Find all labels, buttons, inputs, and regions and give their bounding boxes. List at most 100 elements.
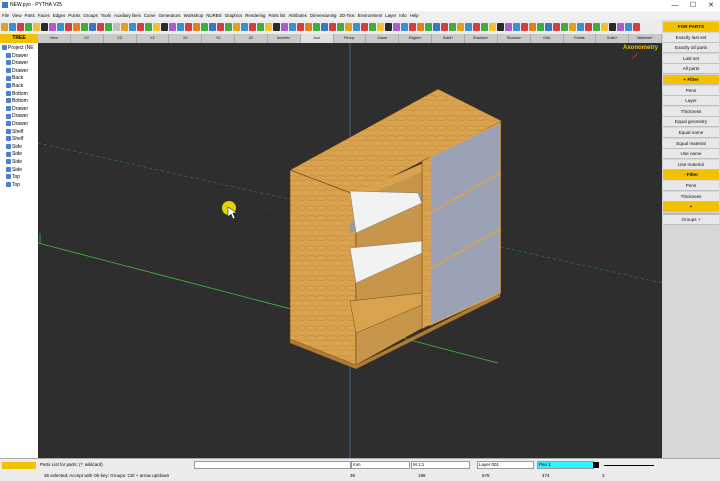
- view-button-zoom[interactable]: Zoom: [366, 34, 400, 43]
- toolbar-tool-icon[interactable]: [57, 23, 64, 31]
- view-button-persp-[interactable]: Persp.: [334, 34, 367, 43]
- maximize-button[interactable]: ☐: [684, 0, 702, 11]
- toolbar-tool-icon[interactable]: [385, 23, 392, 31]
- toolbar-tool-icon[interactable]: [193, 23, 200, 31]
- view-button-y2[interactable]: Y2: [202, 34, 236, 43]
- menu-item-graphics[interactable]: Graphics: [225, 13, 243, 18]
- toolbar-tool-icon[interactable]: [505, 23, 512, 31]
- menu-item-help[interactable]: Help: [410, 13, 419, 18]
- toolbar-tool-icon[interactable]: [73, 23, 80, 31]
- toolbar-tool-icon[interactable]: [305, 23, 312, 31]
- tree-panel[interactable]: Project (NE Drawer Drawer Drawer Back Back Bot…: [0, 43, 39, 458]
- menu-item-attributes[interactable]: Attributes: [288, 13, 307, 18]
- toolbar-tool-icon[interactable]: [89, 23, 96, 31]
- menu-item-parts[interactable]: Parts: [25, 13, 35, 18]
- toolbar-tool-icon[interactable]: [233, 23, 240, 31]
- toolbar-tool-icon[interactable]: [353, 23, 360, 31]
- toolbar-tool-icon[interactable]: [577, 23, 584, 31]
- menu-item-nurbs[interactable]: NURBS: [206, 13, 221, 18]
- toolbar-tool-icon[interactable]: [545, 23, 552, 31]
- toolbar-tool-icon[interactable]: [209, 23, 216, 31]
- tree-item[interactable]: Drawer: [6, 53, 28, 60]
- panel-button-pens[interactable]: Pens: [663, 85, 719, 96]
- panel-button-exactly-last-set[interactable]: Exactly last set: [663, 32, 719, 43]
- view-button-yz[interactable]: YZ: [137, 34, 170, 43]
- toolbar-tool-icon[interactable]: [529, 23, 536, 31]
- toolbar-tool-icon[interactable]: [569, 23, 576, 31]
- menu-item-view[interactable]: View: [12, 13, 21, 18]
- tree-item[interactable]: Side: [6, 151, 22, 158]
- toolbar-tool-icon[interactable]: [257, 23, 264, 31]
- toolbar-tool-icon[interactable]: [113, 23, 120, 31]
- tree-item[interactable]: Side: [6, 144, 22, 151]
- toolbar-tool-icon[interactable]: [97, 23, 104, 31]
- menu-item-parts-list[interactable]: Parts list: [268, 13, 285, 18]
- toolbar-tool-icon[interactable]: [609, 23, 616, 31]
- cabinet-model[interactable]: [289, 88, 503, 369]
- toolbar-tool-icon[interactable]: [161, 23, 168, 31]
- toolbar-tool-icon[interactable]: [465, 23, 472, 31]
- panel-button-thickness[interactable]: Thickness: [663, 191, 719, 202]
- menu-item-2d-text[interactable]: 2D-Text: [339, 13, 354, 18]
- tree-root-project[interactable]: Project (NE: [2, 45, 34, 52]
- panel-header--[interactable]: +: [663, 202, 719, 213]
- view-button-material-[interactable]: Material+: [629, 34, 663, 43]
- toolbar-tool-icon[interactable]: [345, 23, 352, 31]
- menu-item-layer[interactable]: Layer: [385, 13, 396, 18]
- toolbar-tool-icon[interactable]: [617, 23, 624, 31]
- tree-item[interactable]: Drawer: [6, 106, 28, 113]
- view-button-points[interactable]: Points: [564, 34, 597, 43]
- toolbar-tool-icon[interactable]: [313, 23, 320, 31]
- toolbar-tool-icon[interactable]: [169, 23, 176, 31]
- toolbar-tool-icon[interactable]: [289, 23, 296, 31]
- menu-item-file[interactable]: File: [2, 13, 9, 18]
- tree-item[interactable]: Top: [6, 182, 20, 189]
- view-button-isometr-[interactable]: Isometr.: [268, 34, 301, 43]
- toolbar-tool-icon[interactable]: [297, 23, 304, 31]
- toolbar-tool-icon[interactable]: [145, 23, 152, 31]
- toolbar-tool-icon[interactable]: [457, 23, 464, 31]
- view-button-grid[interactable]: Grid: [531, 34, 564, 43]
- tree-item[interactable]: Drawer: [6, 113, 28, 120]
- view-button-shadow[interactable]: Shadow: [498, 34, 531, 43]
- menu-item-rendering[interactable]: Rendering: [245, 13, 265, 18]
- tree-item[interactable]: Back: [6, 83, 23, 90]
- toolbar-tool-icon[interactable]: [281, 23, 288, 31]
- toolbar-tool-icon[interactable]: [41, 23, 48, 31]
- panel-button-equal-name[interactable]: Equal name: [663, 128, 719, 138]
- toolbar-tool-icon[interactable]: [393, 23, 400, 31]
- panel-button-pens[interactable]: Pens: [663, 181, 719, 191]
- panel-button-use-name[interactable]: Use name: [663, 149, 719, 160]
- view-button-xz[interactable]: XZ: [104, 34, 137, 43]
- panel-button-use-material[interactable]: Use material: [663, 159, 719, 170]
- toolbar-tool-icon[interactable]: [329, 23, 336, 31]
- toolbar-tool-icon[interactable]: [553, 23, 560, 31]
- unit-select[interactable]: mm: [351, 461, 410, 469]
- tree-item[interactable]: Top: [6, 174, 20, 181]
- toolbar-tool-icon[interactable]: [9, 23, 16, 31]
- view-button-axo[interactable]: Axo: [300, 34, 334, 43]
- toolbar-tool-icon[interactable]: [625, 23, 632, 31]
- panel-button-all-parts[interactable]: All parts: [663, 64, 719, 75]
- panel-button-layer[interactable]: Layer: [663, 96, 719, 107]
- toolbar-tool-icon[interactable]: [361, 23, 368, 31]
- toolbar-tool-icon[interactable]: [137, 23, 144, 31]
- tree-item[interactable]: Bottom: [6, 91, 28, 98]
- toolbar-tool-icon[interactable]: [1, 23, 8, 31]
- toolbar-tool-icon[interactable]: [201, 23, 208, 31]
- panel-header--filter[interactable]: - Filter: [663, 170, 719, 181]
- toolbar-tool-icon[interactable]: [321, 23, 328, 31]
- toolbar-tool-icon[interactable]: [153, 23, 160, 31]
- view-button-shadow-[interactable]: Shadow+: [465, 34, 498, 43]
- panel-header--filter[interactable]: + Filter: [663, 75, 719, 85]
- minimize-button[interactable]: —: [666, 0, 684, 11]
- tree-item[interactable]: Side: [6, 167, 22, 174]
- panel-button-equal-material[interactable]: Equal material: [663, 138, 719, 149]
- menu-item-environment[interactable]: Environment: [358, 13, 383, 18]
- panel-header-for-parts[interactable]: FOR PARTS: [663, 22, 719, 32]
- menu-item-faces[interactable]: Faces: [38, 13, 50, 18]
- panel-button-equal-geometry[interactable]: Equal geometry: [663, 117, 719, 128]
- menu-item-groups[interactable]: Groups: [83, 13, 97, 18]
- toolbar-tool-icon[interactable]: [537, 23, 544, 31]
- toolbar-tool-icon[interactable]: [265, 23, 272, 31]
